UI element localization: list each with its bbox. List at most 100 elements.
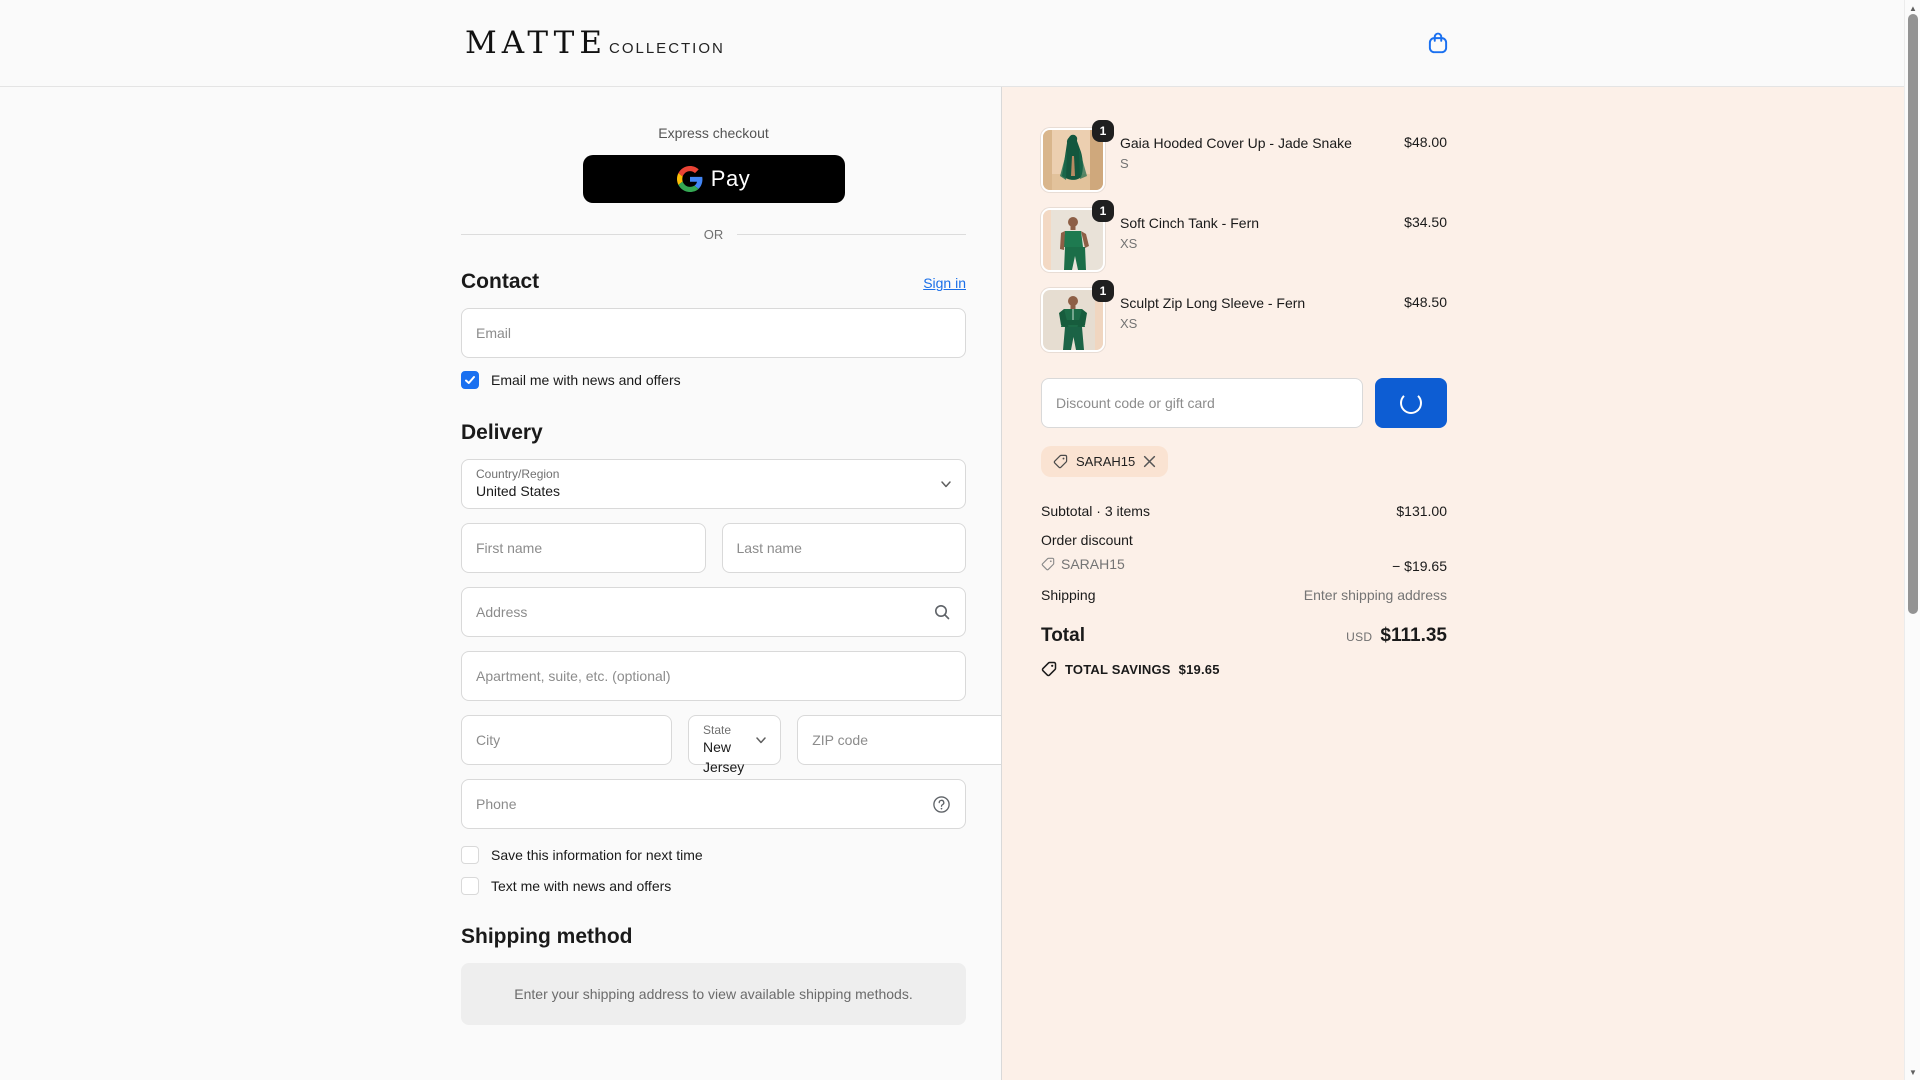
gpay-button-label: Pay bbox=[711, 166, 750, 192]
shipping-label: Shipping bbox=[1041, 587, 1096, 603]
shipping-value: Enter shipping address bbox=[1304, 587, 1447, 603]
google-pay-button[interactable]: Pay bbox=[583, 155, 845, 203]
country-select-value: United States bbox=[476, 481, 929, 501]
scrollbar-down-arrow[interactable]: ▼ bbox=[1905, 1066, 1920, 1078]
email-news-checkbox[interactable] bbox=[461, 371, 479, 389]
phone-input[interactable] bbox=[476, 796, 932, 812]
item-size: S bbox=[1120, 156, 1389, 171]
discount-code-input[interactable] bbox=[1056, 395, 1348, 411]
total-value: $111.35 bbox=[1380, 625, 1447, 647]
item-price: $48.00 bbox=[1404, 128, 1447, 150]
item-name: Soft Cinch Tank - Fern bbox=[1120, 214, 1389, 232]
store-logo[interactable]: MATTE COLLECTION bbox=[465, 25, 725, 61]
check-icon bbox=[464, 374, 476, 386]
close-icon bbox=[1143, 455, 1156, 468]
item-price: $34.50 bbox=[1404, 208, 1447, 230]
remove-discount-button[interactable] bbox=[1143, 455, 1156, 468]
phone-field[interactable] bbox=[461, 779, 966, 829]
subtotal-value: $131.00 bbox=[1396, 503, 1447, 519]
apartment-input[interactable] bbox=[476, 668, 951, 684]
sign-in-link[interactable]: Sign in bbox=[923, 275, 966, 291]
checkout-page: MATTE COLLECTION Express checkout bbox=[0, 0, 1920, 1080]
quantity-badge: 1 bbox=[1092, 120, 1114, 142]
logo-text-sub: COLLECTION bbox=[609, 40, 725, 57]
country-select[interactable]: Country/Region United States bbox=[461, 459, 966, 509]
search-icon bbox=[933, 603, 951, 621]
address-input[interactable] bbox=[476, 604, 933, 620]
total-label: Total bbox=[1041, 625, 1085, 647]
city-input[interactable] bbox=[476, 732, 657, 748]
delivery-section-title: Delivery bbox=[461, 421, 543, 445]
chevron-down-icon bbox=[939, 477, 953, 491]
last-name-field[interactable] bbox=[722, 523, 967, 573]
chevron-down-icon bbox=[754, 733, 768, 747]
or-divider: OR bbox=[461, 227, 966, 242]
text-news-label: Text me with news and offers bbox=[491, 878, 671, 894]
cart-item-row: 1 Gaia Hooded Cover Up - Jade Snake S $4… bbox=[1041, 128, 1447, 192]
email-news-checkbox-row[interactable]: Email me with news and offers bbox=[461, 371, 966, 389]
shipping-method-empty-message: Enter your shipping address to view avai… bbox=[461, 963, 966, 1025]
order-summary-column: 1 Gaia Hooded Cover Up - Jade Snake S $4… bbox=[1002, 87, 1920, 1080]
logo-text-main: MATTE bbox=[465, 25, 607, 61]
scrollbar-thumb[interactable] bbox=[1908, 14, 1918, 614]
cart-item-row: 1 Soft Cinch Tank - Fern XS $34.50 bbox=[1041, 208, 1447, 272]
item-name: Sculpt Zip Long Sleeve - Fern bbox=[1120, 294, 1389, 312]
checkout-form-column: Express checkout Pay OR bbox=[0, 87, 1002, 1080]
applied-discount-code: SARAH15 bbox=[1076, 454, 1135, 469]
applied-discount-chip: SARAH15 bbox=[1041, 446, 1168, 477]
save-info-checkbox[interactable] bbox=[461, 846, 479, 864]
express-checkout-label: Express checkout bbox=[461, 125, 966, 141]
shipping-method-title: Shipping method bbox=[461, 925, 632, 949]
item-size: XS bbox=[1120, 236, 1389, 251]
tag-icon bbox=[1041, 661, 1057, 677]
item-size: XS bbox=[1120, 316, 1389, 331]
contact-section-title: Contact bbox=[461, 270, 539, 294]
total-savings-row: TOTAL SAVINGS $19.65 bbox=[1041, 661, 1447, 677]
totals-section: Subtotal · 3 items $131.00 Order discoun… bbox=[1041, 503, 1447, 677]
subtotal-label: Subtotal · 3 items bbox=[1041, 503, 1150, 519]
text-news-checkbox[interactable] bbox=[461, 877, 479, 895]
order-discount-label: Order discount bbox=[1041, 532, 1133, 548]
google-g-icon bbox=[677, 166, 703, 192]
country-select-label: Country/Region bbox=[476, 467, 929, 481]
email-input[interactable] bbox=[476, 325, 951, 341]
save-info-label: Save this information for next time bbox=[491, 847, 703, 863]
discount-amount: − $19.65 bbox=[1392, 558, 1447, 574]
discount-code-applied: SARAH15 bbox=[1061, 556, 1125, 572]
loading-spinner-icon bbox=[1400, 392, 1422, 414]
currency-code: USD bbox=[1346, 630, 1372, 644]
first-name-field[interactable] bbox=[461, 523, 706, 573]
city-field[interactable] bbox=[461, 715, 672, 765]
email-news-label: Email me with news and offers bbox=[491, 372, 681, 388]
total-savings-label: TOTAL SAVINGS bbox=[1065, 662, 1171, 677]
text-news-checkbox-row[interactable]: Text me with news and offers bbox=[461, 877, 966, 895]
zip-field[interactable] bbox=[797, 715, 1002, 765]
save-info-checkbox-row[interactable]: Save this information for next time bbox=[461, 846, 966, 864]
header: MATTE COLLECTION bbox=[0, 0, 1920, 87]
item-price: $48.50 bbox=[1404, 288, 1447, 310]
cart-item-row: 1 Sculpt Zip Long Sleeve - Fern XS $48.5… bbox=[1041, 288, 1447, 352]
address-field[interactable] bbox=[461, 587, 966, 637]
vertical-scrollbar[interactable]: ▲ ▼ bbox=[1904, 0, 1920, 1080]
help-icon[interactable] bbox=[932, 795, 951, 814]
last-name-input[interactable] bbox=[737, 540, 952, 556]
first-name-input[interactable] bbox=[476, 540, 691, 556]
quantity-badge: 1 bbox=[1092, 280, 1114, 302]
zip-input[interactable] bbox=[812, 732, 993, 748]
apply-discount-button[interactable] bbox=[1375, 378, 1447, 428]
bag-icon bbox=[1425, 30, 1451, 56]
quantity-badge: 1 bbox=[1092, 200, 1114, 222]
total-savings-value: $19.65 bbox=[1179, 662, 1220, 677]
state-select-label: State bbox=[703, 723, 744, 737]
state-select-value: New Jersey bbox=[703, 737, 744, 777]
cart-bag-button[interactable] bbox=[1421, 26, 1455, 60]
item-name: Gaia Hooded Cover Up - Jade Snake bbox=[1120, 134, 1389, 152]
scrollbar-up-arrow[interactable]: ▲ bbox=[1905, 2, 1920, 14]
apartment-field[interactable] bbox=[461, 651, 966, 701]
tag-icon bbox=[1041, 557, 1055, 571]
tag-icon bbox=[1053, 454, 1068, 469]
email-field[interactable] bbox=[461, 308, 966, 358]
state-select[interactable]: State New Jersey bbox=[688, 715, 781, 765]
discount-code-field[interactable] bbox=[1041, 378, 1363, 428]
or-label: OR bbox=[704, 227, 724, 242]
